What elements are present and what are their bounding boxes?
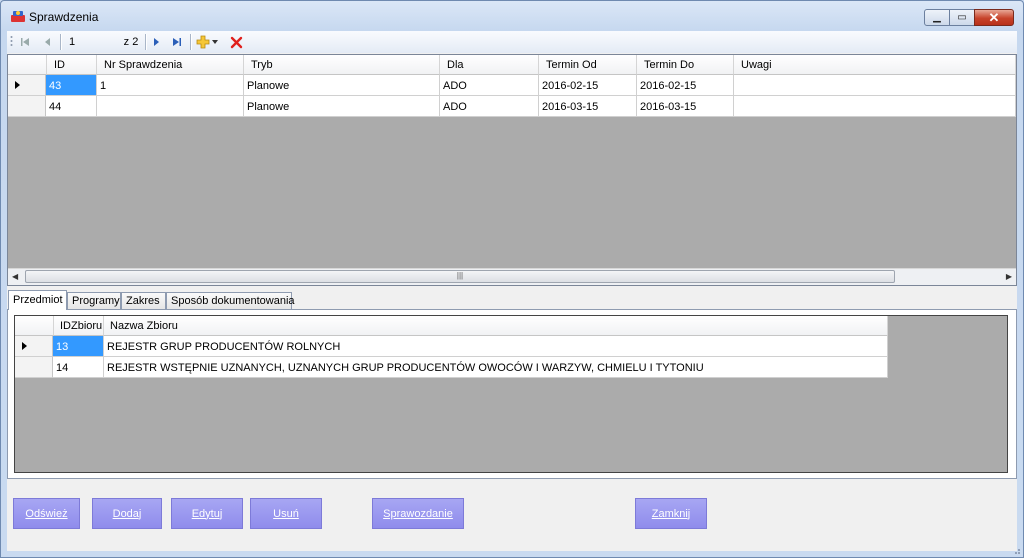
collections-grid[interactable]: IDZbioru Nazwa Zbioru 13 REJESTR GRUP PR… [14,315,1008,473]
table-cell[interactable] [734,75,1016,96]
table-cell[interactable]: Planowe [244,96,440,117]
binding-navigator: z 2 [7,31,1017,53]
table-cell[interactable]: REJESTR WSTĘPNIE UZNANYCH, UZNANYCH GRUP… [104,357,888,378]
horizontal-scrollbar[interactable]: ◀ ||| ▶ [8,268,1016,285]
column-header-uwagi[interactable]: Uwagi [734,55,1016,75]
report-button[interactable]: Sprawozdanie [372,498,464,529]
table-cell[interactable]: 13 [53,336,104,357]
grid-corner-header[interactable] [15,316,54,336]
current-row-arrow-icon [22,342,27,350]
scroll-grip-icon: ||| [456,271,464,280]
record-count: z 2 [123,36,139,48]
delete-record-button[interactable]: Usuń [250,498,322,529]
column-header-id[interactable]: ID [47,55,97,75]
move-first-button[interactable] [17,34,33,50]
move-next-icon [154,38,159,46]
window-controls: ▁ ▭ ✕ [924,9,1014,26]
close-icon: ✕ [988,9,1000,25]
column-header-idzbioru[interactable]: IDZbioru [54,316,104,336]
move-last-icon [173,38,181,46]
add-plus-icon [196,35,210,49]
column-header-tryb[interactable]: Tryb [244,55,440,75]
close-button[interactable]: Zamknij [635,498,707,529]
maximize-icon: ▭ [957,12,967,23]
column-header-dla[interactable]: Dla [440,55,539,75]
table-cell[interactable] [97,96,244,117]
column-header-termin-do[interactable]: Termin Do [637,55,734,75]
tab-przedmiot[interactable]: Przedmiot [8,290,67,310]
table-cell[interactable]: 2016-02-15 [539,75,637,96]
toolbar-separator [145,34,147,50]
table-cell[interactable]: 1 [97,75,244,96]
row-header[interactable] [15,357,53,378]
delete-x-icon [230,36,242,48]
tab-sposob-dokumentowania[interactable]: Sposób dokumentowania [166,292,295,309]
maximize-button[interactable]: ▭ [949,9,975,26]
row-header[interactable] [8,96,46,117]
row-header[interactable] [8,75,46,96]
move-previous-button[interactable] [40,34,56,50]
column-header-termin-od[interactable]: Termin Od [539,55,637,75]
tab-zakres[interactable]: Zakres [121,292,166,309]
scroll-right-icon[interactable]: ▶ [1006,272,1012,281]
table-cell[interactable]: ADO [440,96,539,117]
current-row-arrow-icon [15,81,20,89]
toolbar-separator [60,34,62,50]
move-next-button[interactable] [148,34,164,50]
column-header-nr[interactable]: Nr Sprawdzenia [97,55,244,75]
add-new-button[interactable] [195,34,219,50]
move-first-icon [21,38,29,46]
client-area: z 2 ID Nr Sprawdzenia Tryb Dla T [7,31,1017,551]
app-icon [11,11,25,22]
move-previous-icon [45,38,50,46]
table-cell[interactable]: ADO [440,75,539,96]
title-bar[interactable]: Sprawdzenia ▁ ▭ ✕ [1,1,1023,31]
close-window-button[interactable]: ✕ [974,9,1014,26]
add-button[interactable]: Dodaj [92,498,162,529]
dropdown-arrow-icon [212,40,218,44]
refresh-button[interactable]: Odśwież [13,498,80,529]
table-cell[interactable]: REJESTR GRUP PRODUCENTÓW ROLNYCH [104,336,888,357]
table-cell[interactable]: 44 [46,96,97,117]
table-cell[interactable]: 2016-03-15 [539,96,637,117]
table-cell[interactable]: 43 [46,75,97,96]
edit-button[interactable]: Edytuj [171,498,243,529]
delete-button[interactable] [228,34,244,50]
tab-strip: Przedmiot Programy Zakres Sposób dokumen… [7,290,1017,310]
grid-corner-header[interactable] [8,55,47,75]
main-window: Sprawdzenia ▁ ▭ ✕ z 2 [0,0,1024,558]
toolbar-grip [9,34,13,50]
column-header-nazwa-zbioru[interactable]: Nazwa Zbioru [104,316,888,336]
table-cell[interactable]: 14 [53,357,104,378]
minimize-button[interactable]: ▁ [924,9,950,26]
scroll-left-icon[interactable]: ◀ [12,272,18,281]
resize-grip-icon[interactable] [1011,545,1021,555]
minimize-icon: ▁ [933,12,941,23]
tab-programy[interactable]: Programy [67,292,121,309]
table-cell[interactable] [734,96,1016,117]
checks-grid[interactable]: ID Nr Sprawdzenia Tryb Dla Termin Od Ter… [7,54,1017,286]
toolbar-separator [190,34,192,50]
tab-panel-przedmiot: IDZbioru Nazwa Zbioru 13 REJESTR GRUP PR… [7,309,1017,479]
table-cell[interactable]: Planowe [244,75,440,96]
position-input[interactable] [67,34,119,49]
move-last-button[interactable] [169,34,185,50]
table-cell[interactable]: 2016-03-15 [637,96,734,117]
row-header[interactable] [15,336,53,357]
scrollbar-thumb[interactable]: ||| [25,270,895,283]
table-cell[interactable]: 2016-02-15 [637,75,734,96]
window-title: Sprawdzenia [29,10,99,24]
